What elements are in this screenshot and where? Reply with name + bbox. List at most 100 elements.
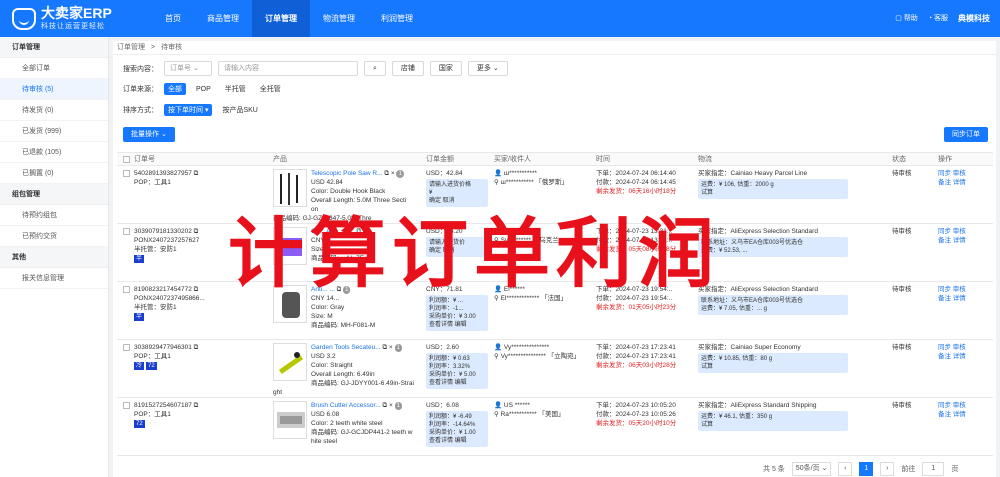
amount-box[interactable]: 利润额：¥ ... 利润率：-1... 采购单价：¥ 3.00 查看详情 编辑 <box>426 295 488 331</box>
logistics-detail: 联系地址：义乌市EA仓库003号优选仓 <box>701 240 804 246</box>
copy-icon[interactable]: ⧉ <box>382 344 387 351</box>
note-detail-actions[interactable]: 备注 详情 <box>938 295 966 302</box>
copy-icon[interactable]: ⧉ <box>194 344 199 351</box>
nav-logistics[interactable]: 物流管理 <box>310 0 368 37</box>
product-title-link[interactable]: Brush Cutter Accessor... <box>311 402 381 409</box>
recipient: ⚲ Vy*************** 「立陶宛」 <box>494 353 581 360</box>
sidebar-item-booked[interactable]: 已预约交货 <box>0 226 108 247</box>
row-checkbox[interactable] <box>123 169 130 177</box>
source-semi[interactable]: 半托管 <box>221 83 250 95</box>
row-checkbox[interactable] <box>123 343 130 351</box>
logistics-box[interactable]: 运费：¥ 10.85, 估重：80 g 试算 <box>698 353 848 373</box>
next-page-icon[interactable]: › <box>880 462 895 476</box>
order-status: 待审核 <box>892 344 912 351</box>
logistics-box[interactable]: 运费：¥ 106, 估重：2000 g 试算 <box>698 179 848 199</box>
store-filter[interactable]: 店铺 <box>391 61 424 76</box>
product-title-link[interactable]: Garden Tools Secateu... <box>311 344 381 351</box>
prev-page-icon[interactable]: ‹ <box>838 462 853 476</box>
amount-box[interactable]: 利润额：¥ 0.63 利润率：3.32% 采购单价：¥ 5.00 查看详情 编辑 <box>426 353 488 389</box>
product-thumbnail[interactable] <box>273 343 307 381</box>
table-row: 5402891393827957 ⧉ POP：工具1 Telescopic Po… <box>117 166 993 224</box>
nav-products[interactable]: 商品管理 <box>194 0 252 37</box>
sidebar-item-refunded[interactable]: 已退款 (105) <box>0 142 108 163</box>
amount-box[interactable]: 请输入进货价格 ¥ 确定 取消 <box>426 179 488 207</box>
search-field-select[interactable]: 订单号 ⌄ <box>164 61 212 76</box>
copy-icon[interactable]: ⧉ <box>194 286 199 293</box>
sync-review-actions[interactable]: 同步 审核 <box>938 402 966 409</box>
logistics-box[interactable]: 联系地址：义乌市EA仓库003号优选仓 运费：¥ 52.53, ... <box>698 237 848 257</box>
product-thumbnail[interactable] <box>273 169 307 207</box>
note-detail-actions[interactable]: 备注 详情 <box>938 411 966 418</box>
sync-review-actions[interactable]: 同步 审核 <box>938 228 966 235</box>
product-thumbnail[interactable] <box>273 227 307 265</box>
source-all[interactable]: 全部 <box>164 83 186 95</box>
source-full[interactable]: 全托管 <box>256 83 285 95</box>
product-title-link[interactable]: Telescopic Pole Saw R... <box>311 170 383 177</box>
sidebar-item-to-ship[interactable]: 待发货 (0) <box>0 100 108 121</box>
copy-icon[interactable]: ⧉ <box>194 170 199 177</box>
sidebar-item-pending-review[interactable]: 待审核 (5) <box>0 79 108 100</box>
breadcrumb-orders[interactable]: 订单管理 <box>117 41 145 54</box>
row-checkbox[interactable] <box>123 401 130 409</box>
sidebar-item-all-orders[interactable]: 全部订单 <box>0 58 108 79</box>
sidebar-item-to-book[interactable]: 待预约组包 <box>0 205 108 226</box>
nav-home[interactable]: 首页 <box>152 0 194 37</box>
sidebar-item-customs[interactable]: 报关信息管理 <box>0 268 108 289</box>
copy-icon[interactable]: ⧉ <box>383 402 388 409</box>
select-all-checkbox[interactable] <box>123 155 130 163</box>
country-filter[interactable]: 国家 <box>429 61 462 76</box>
logistics-method: 买家指定：AliExpress Selection Standard <box>698 228 818 235</box>
order-number[interactable]: 3039079181330202 <box>134 228 192 235</box>
search-button[interactable]: ⌕ <box>364 61 386 76</box>
product-title-link[interactable]: Anti... ... <box>311 286 335 293</box>
note-detail-actions[interactable]: 备注 详情 <box>938 179 966 186</box>
more-filter[interactable]: 更多 ⌄ <box>467 61 508 76</box>
copy-icon[interactable]: ⧉ <box>194 402 199 409</box>
page-size-select[interactable]: 50条/页 ⌄ <box>791 462 832 476</box>
logistics-box[interactable]: 运费：¥ 46.1, 估重：350 g 试算 <box>698 411 848 431</box>
sort-by-sku[interactable]: 按产品SKU <box>218 104 261 116</box>
sync-review-actions[interactable]: 同步 审核 <box>938 344 966 351</box>
current-page[interactable]: 1 <box>859 462 874 476</box>
breadcrumb-current: 待审核 <box>161 44 183 51</box>
sidebar-item-shipped[interactable]: 已发货 (999) <box>0 121 108 142</box>
order-number[interactable]: 3038929477946301 <box>134 344 192 351</box>
row-checkbox[interactable] <box>123 227 130 235</box>
service-link[interactable]: ◔ 客服 <box>928 0 948 37</box>
sync-review-actions[interactable]: 同步 审核 <box>938 286 966 293</box>
amount-box[interactable]: 请输入进货价 确定 取消 <box>426 237 488 257</box>
batch-action-button[interactable]: 批量操作 ⌄ <box>123 127 175 142</box>
goto-input[interactable]: 1 <box>922 462 945 476</box>
note-detail-actions[interactable]: 备注 详情 <box>938 237 966 244</box>
sidebar-item-on-hold[interactable]: 已搁置 (0) <box>0 163 108 184</box>
sync-review-actions[interactable]: 同步 审核 <box>938 170 966 177</box>
row-checkbox[interactable] <box>123 285 130 293</box>
order-number[interactable]: 8191527254607187 <box>134 402 192 409</box>
brand-title: 大卖家ERP <box>41 5 112 21</box>
order-number[interactable]: 8190823217454772 <box>134 286 192 293</box>
copy-icon[interactable]: ⧉ <box>384 170 389 177</box>
amount-box[interactable]: 利润额：¥ -6.49 利润率：-14.64% 采购单价：¥ 1.00 查看详情 编辑 <box>426 411 488 447</box>
company-menu[interactable]: 典模科技 <box>958 0 990 37</box>
product-thumbnail[interactable] <box>273 401 307 439</box>
product-thumbnail[interactable] <box>273 285 307 323</box>
amount-detail: 采购单价：¥ 5.00 <box>429 372 476 378</box>
help-link[interactable]: ▢ 帮助 <box>895 0 918 37</box>
sync-orders-button[interactable]: 同步订单 <box>944 127 988 142</box>
logistics-box[interactable]: 联系地址：义乌市EA仓库003号优选仓 运费：¥ 7.05, 估重：... g <box>698 295 848 315</box>
search-input[interactable]: 请输入内容 <box>218 61 358 76</box>
nav-orders[interactable]: 订单管理 <box>252 0 310 37</box>
amount-detail: 请输入进货价格 <box>429 182 472 188</box>
amount-detail: 利润率：3.32% <box>429 364 471 370</box>
copy-icon[interactable]: ⧉ <box>357 228 362 235</box>
nav-profit[interactable]: 利润管理 <box>368 0 426 37</box>
product-title-link[interactable]: Cu... Alm... C... <box>311 228 355 235</box>
logo[interactable]: 大卖家ERP 科技让运营更轻松 <box>12 6 112 31</box>
note-detail-actions[interactable]: 备注 详情 <box>938 353 966 360</box>
order-time: 下单：2024-07-23 10:05:20 <box>596 402 676 409</box>
order-number[interactable]: 5402891393827957 <box>134 170 192 177</box>
copy-icon[interactable]: ⧉ <box>194 228 199 235</box>
sort-by-time[interactable]: 按下单时间 ▾ <box>164 104 213 116</box>
copy-icon[interactable]: ⧉ <box>337 286 342 293</box>
source-pop[interactable]: POP <box>192 85 215 94</box>
